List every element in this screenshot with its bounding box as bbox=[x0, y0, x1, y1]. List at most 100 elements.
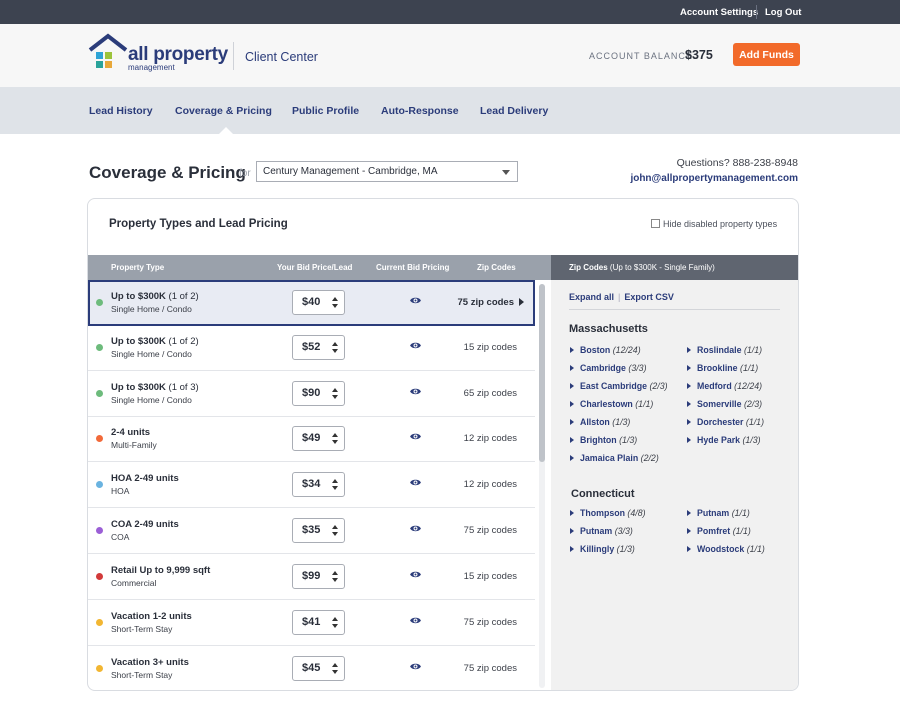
stepper-up-icon[interactable] bbox=[332, 342, 338, 346]
stepper-down-icon[interactable] bbox=[332, 395, 338, 399]
zip-codes-link[interactable]: 75 zip codes bbox=[464, 525, 517, 536]
nav-coverage-pricing[interactable]: Coverage & Pricing bbox=[175, 105, 272, 117]
bid-price-stepper[interactable]: $52 bbox=[292, 335, 345, 360]
add-funds-button[interactable]: Add Funds bbox=[733, 43, 800, 66]
bid-price-stepper[interactable]: $35 bbox=[292, 518, 345, 543]
property-type-row[interactable]: Up to $300K (1 of 2) Single Home / Condo $… bbox=[88, 280, 535, 326]
city-item[interactable]: Putnam (1/1) bbox=[687, 508, 750, 518]
city-item[interactable]: Thompson (4/8) bbox=[570, 508, 646, 518]
city-item[interactable]: Somerville (2/3) bbox=[687, 399, 762, 409]
zip-codes-link[interactable]: 75 zip codes bbox=[464, 617, 517, 628]
stepper-down-icon[interactable] bbox=[332, 532, 338, 536]
stepper-up-icon[interactable] bbox=[332, 388, 338, 392]
expand-all-link[interactable]: Expand all bbox=[569, 292, 614, 302]
account-select[interactable]: Century Management - Cambridge, MA bbox=[256, 161, 518, 182]
city-item[interactable]: Killingly (1/3) bbox=[570, 544, 635, 554]
nav-auto-response[interactable]: Auto-Response bbox=[381, 105, 459, 117]
city-item[interactable]: Putnam (3/3) bbox=[570, 526, 633, 536]
stepper-up-icon[interactable] bbox=[332, 525, 338, 529]
stepper-up-icon[interactable] bbox=[332, 433, 338, 437]
nav-public-profile[interactable]: Public Profile bbox=[292, 105, 359, 117]
eye-icon[interactable] bbox=[409, 432, 422, 441]
zip-codes-link[interactable]: 15 zip codes bbox=[464, 571, 517, 582]
bid-price-value: $35 bbox=[302, 524, 321, 536]
city-item[interactable]: Jamaica Plain (2/2) bbox=[570, 453, 659, 463]
stepper-up-icon[interactable] bbox=[332, 617, 338, 621]
city-item[interactable]: Cambridge (3/3) bbox=[570, 363, 647, 373]
eye-icon[interactable] bbox=[409, 296, 422, 305]
account-settings-link[interactable]: Account Settings bbox=[680, 7, 758, 18]
eye-icon[interactable] bbox=[409, 570, 422, 579]
eye-icon[interactable] bbox=[409, 524, 422, 533]
property-type-row[interactable]: Up to $300K (1 of 2) Single Home / Condo $… bbox=[88, 325, 535, 371]
property-type-row[interactable]: HOA 2-49 units HOA $34 12 zip codes bbox=[88, 462, 535, 508]
city-item[interactable]: Medford (12/24) bbox=[687, 381, 762, 391]
property-type-row[interactable]: Retail Up to 9,999 sqft Commercial $99 15 … bbox=[88, 554, 535, 600]
city-item[interactable]: Pomfret (1/1) bbox=[687, 526, 751, 536]
city-item[interactable]: Boston (12/24) bbox=[570, 345, 641, 355]
city-item[interactable]: Roslindale (1/1) bbox=[687, 345, 762, 355]
bid-price-stepper[interactable]: $99 bbox=[292, 564, 345, 589]
zip-codes-link[interactable]: 65 zip codes bbox=[464, 388, 517, 399]
stepper-up-icon[interactable] bbox=[332, 479, 338, 483]
property-type-row[interactable]: Up to $300K (1 of 3) Single Home / Condo $… bbox=[88, 371, 535, 417]
city-item[interactable]: Charlestown (1/1) bbox=[570, 399, 653, 409]
property-color-dot bbox=[96, 527, 103, 534]
stepper-up-icon[interactable] bbox=[332, 297, 338, 301]
zip-codes-link[interactable]: 75 zip codes bbox=[458, 297, 524, 308]
bid-price-stepper[interactable]: $90 bbox=[292, 381, 345, 406]
zip-codes-link[interactable]: 15 zip codes bbox=[464, 342, 517, 353]
property-type-row[interactable]: Vacation 3+ units Short-Term Stay $45 75 z… bbox=[88, 646, 535, 690]
city-item[interactable]: Brookline (1/1) bbox=[687, 363, 758, 373]
hide-disabled-checkbox[interactable] bbox=[651, 219, 660, 228]
property-type-category: Short-Term Stay bbox=[111, 624, 173, 634]
stepper-down-icon[interactable] bbox=[332, 486, 338, 490]
city-item[interactable]: Woodstock (1/1) bbox=[687, 544, 765, 554]
property-color-dot bbox=[96, 665, 103, 672]
table-scrollbar[interactable] bbox=[539, 284, 545, 688]
city-item[interactable]: Allston (1/3) bbox=[570, 417, 630, 427]
bid-price-stepper[interactable]: $40 bbox=[292, 290, 345, 315]
city-item[interactable]: Brighton (1/3) bbox=[570, 435, 637, 445]
stepper-down-icon[interactable] bbox=[332, 578, 338, 582]
stepper-down-icon[interactable] bbox=[332, 440, 338, 444]
property-type-category: Commercial bbox=[111, 578, 157, 588]
caret-right-icon bbox=[570, 419, 574, 425]
stepper-down-icon[interactable] bbox=[332, 304, 338, 308]
zip-codes-link[interactable]: 12 zip codes bbox=[464, 479, 517, 490]
stepper-up-icon[interactable] bbox=[332, 571, 338, 575]
stepper-down-icon[interactable] bbox=[332, 670, 338, 674]
log-out-link[interactable]: Log Out bbox=[765, 7, 801, 18]
stepper-down-icon[interactable] bbox=[332, 349, 338, 353]
zip-codes-link[interactable]: 75 zip codes bbox=[464, 663, 517, 674]
property-type-row[interactable]: Vacation 1-2 units Short-Term Stay $41 75 … bbox=[88, 600, 535, 646]
col-bid-price: Your Bid Price/Lead bbox=[277, 263, 353, 272]
nav-lead-history[interactable]: Lead History bbox=[89, 105, 153, 117]
city-item[interactable]: East Cambridge (2/3) bbox=[570, 381, 668, 391]
stepper-down-icon[interactable] bbox=[332, 624, 338, 628]
eye-icon[interactable] bbox=[409, 387, 422, 396]
nav-lead-delivery[interactable]: Lead Delivery bbox=[480, 105, 548, 117]
bid-price-stepper[interactable]: $49 bbox=[292, 426, 345, 451]
eye-icon[interactable] bbox=[409, 478, 422, 487]
bid-price-stepper[interactable]: $34 bbox=[292, 472, 345, 497]
support-email-link[interactable]: john@allpropertymanagement.com bbox=[630, 173, 798, 184]
table-scrollbar-thumb[interactable] bbox=[539, 284, 545, 462]
property-type-row[interactable]: COA 2-49 units COA $35 75 zip codes bbox=[88, 508, 535, 554]
city-item[interactable]: Dorchester (1/1) bbox=[687, 417, 764, 427]
eye-icon[interactable] bbox=[409, 662, 422, 671]
property-type-category: Single Home / Condo bbox=[111, 395, 192, 405]
bid-price-stepper[interactable]: $45 bbox=[292, 656, 345, 681]
bid-price-stepper[interactable]: $41 bbox=[292, 610, 345, 635]
eye-icon[interactable] bbox=[409, 616, 422, 625]
hide-disabled-toggle[interactable]: Hide disabled property types bbox=[651, 219, 777, 229]
property-type-row[interactable]: 2-4 units Multi-Family $49 12 zip codes bbox=[88, 416, 535, 462]
caret-right-icon bbox=[570, 546, 574, 552]
export-csv-link[interactable]: Export CSV bbox=[624, 292, 674, 302]
zip-codes-link[interactable]: 12 zip codes bbox=[464, 433, 517, 444]
house-logo-icon[interactable] bbox=[88, 32, 128, 72]
col-property-type: Property Type bbox=[111, 263, 165, 272]
stepper-up-icon[interactable] bbox=[332, 663, 338, 667]
eye-icon[interactable] bbox=[409, 341, 422, 350]
city-item[interactable]: Hyde Park (1/3) bbox=[687, 435, 761, 445]
